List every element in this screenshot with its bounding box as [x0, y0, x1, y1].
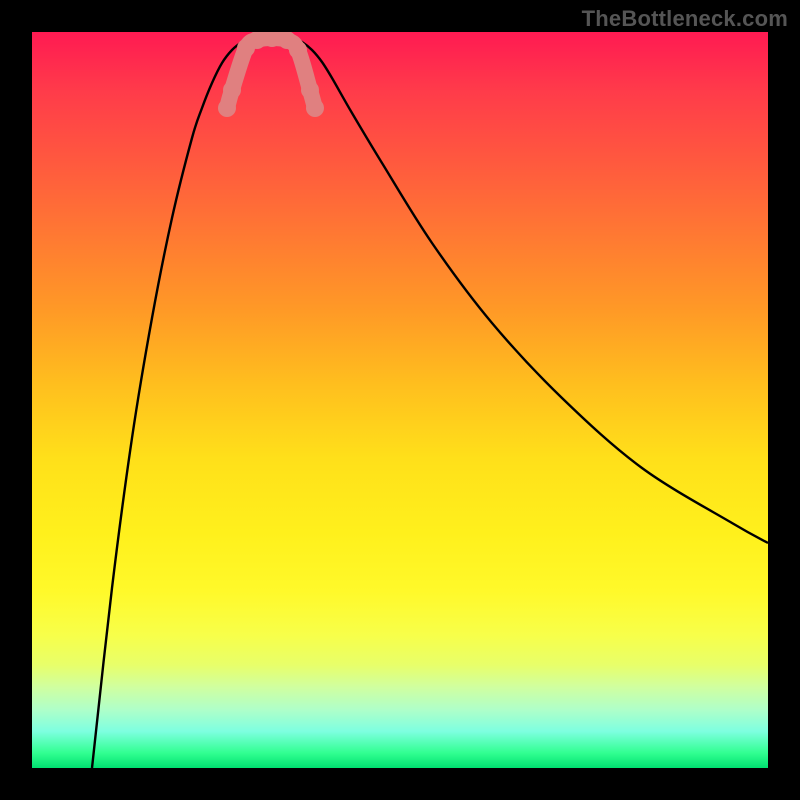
bottleneck-curve	[92, 34, 768, 768]
marker-dot	[218, 99, 236, 117]
marker-group	[218, 32, 324, 117]
plot-area	[32, 32, 768, 768]
marker-dot	[301, 81, 319, 99]
watermark-text: TheBottleneck.com	[582, 6, 788, 32]
marker-dot	[223, 81, 241, 99]
marker-dot	[306, 99, 324, 117]
bottleneck-curve-path	[92, 34, 768, 768]
curve-layer	[32, 32, 768, 768]
chart-frame: TheBottleneck.com	[0, 0, 800, 800]
marker-dot	[289, 41, 307, 59]
